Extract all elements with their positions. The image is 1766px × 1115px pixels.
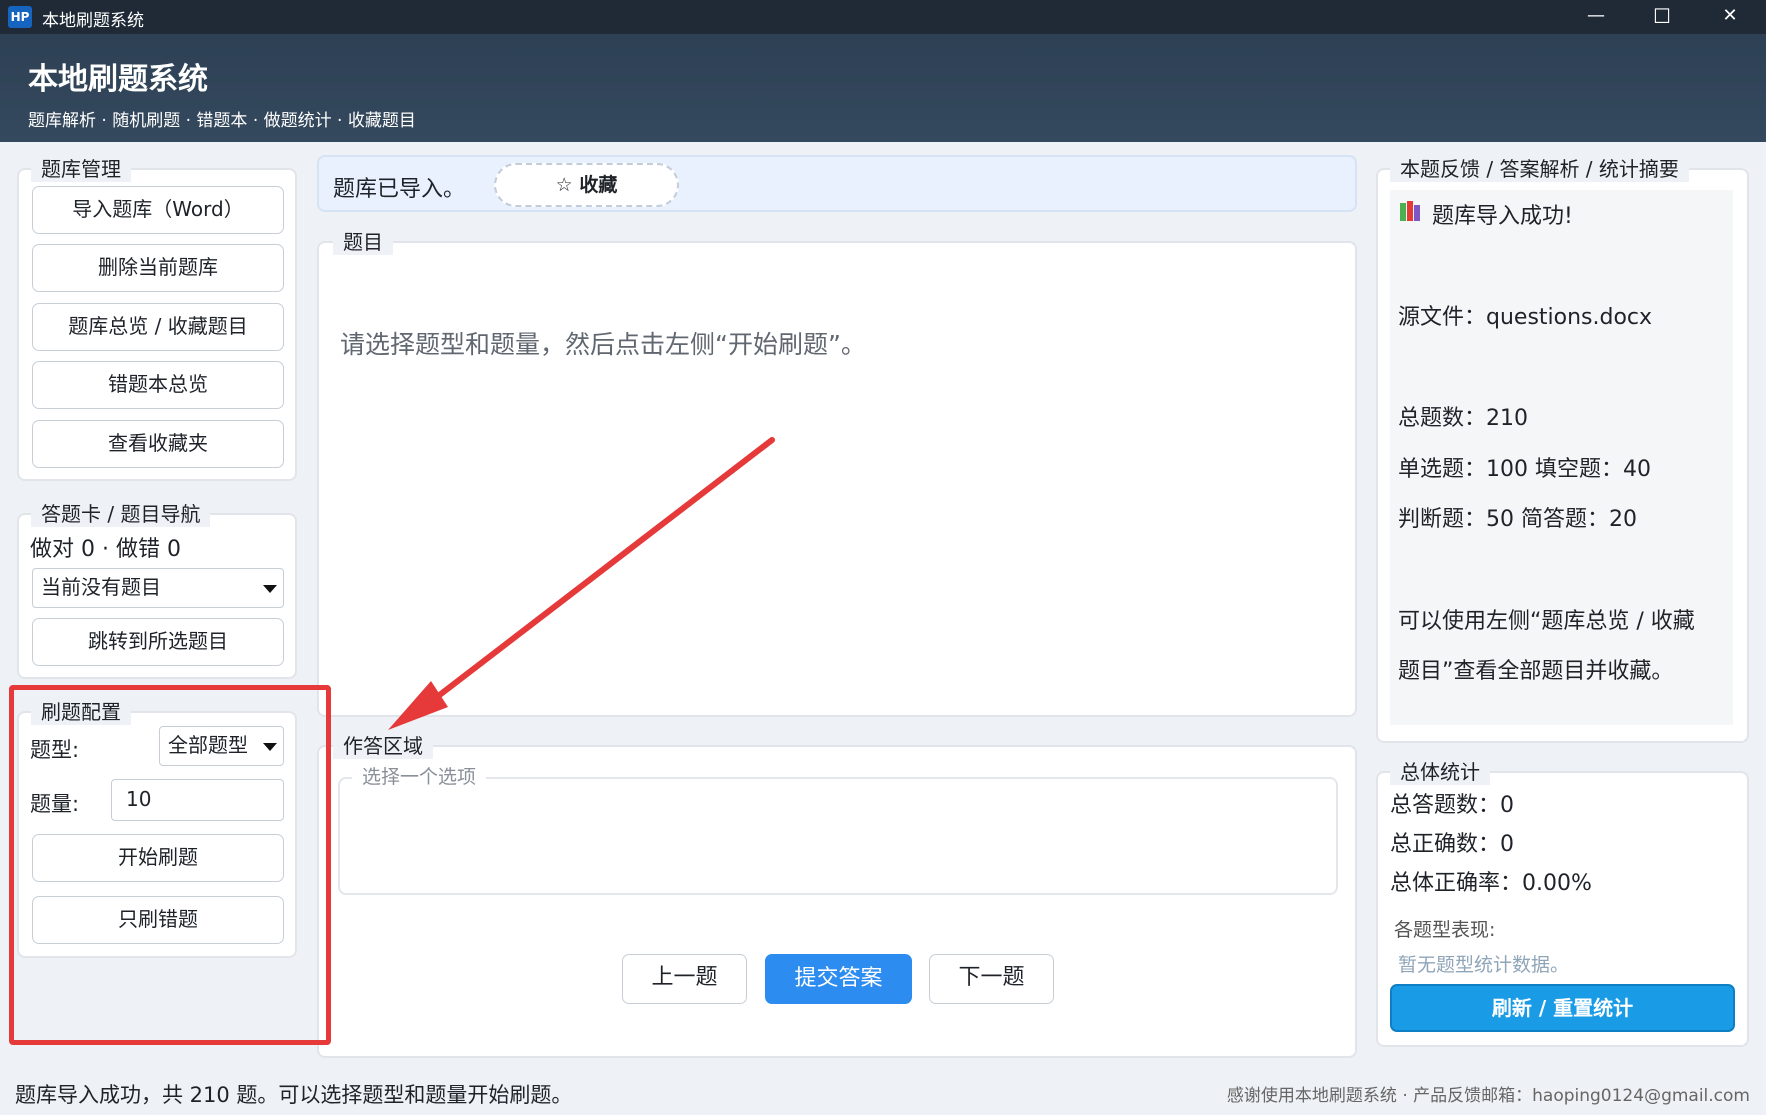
feedback-legend: 本题反馈 / 答案解析 / 统计摘要 [1390,156,1689,182]
app-header: 本地刷题系统 题库解析 · 随机刷题 · 错题本 · 做题统计 · 收藏题目 [0,34,1766,142]
answer-card-score: 做对 0 · 做错 0 [30,537,181,562]
overall-legend: 总体统计 [1390,759,1490,785]
window-titlebar: HP 本地刷题系统 — ☐ ✕ [0,0,1766,34]
hint-line-2: 题目”查看全部题目并收藏。 [1398,659,1674,684]
submit-answer-button[interactable]: 提交答案 [765,954,912,1004]
question-prompt: 请选择题型和题量，然后点击左侧“开始刷题”。 [340,330,866,359]
app-title: 本地刷题系统 [28,62,208,97]
type-count-1: 单选题：100 填空题：40 [1398,457,1651,482]
overall-rate: 总体正确率：0.00% [1390,871,1592,896]
status-text: 题库已导入。 [333,177,466,202]
window-title: 本地刷题系统 [42,11,144,31]
minimize-button[interactable]: — [1566,0,1626,34]
total-count: 总题数：210 [1398,406,1528,431]
maximize-button[interactable]: ☐ [1632,0,1692,34]
favorite-button[interactable]: ☆ 收藏 [494,163,679,207]
favorites-button[interactable]: 查看收藏夹 [32,420,284,468]
feedback-panel: 题库导入成功! 源文件：questions.docx 总题数：210 单选题：1… [1390,190,1733,725]
next-question-button[interactable]: 下一题 [929,954,1054,1004]
total-answered: 总答题数：0 [1390,793,1514,818]
app-icon: HP [8,6,32,28]
app-subtitle: 题库解析 · 随机刷题 · 错题本 · 做题统计 · 收藏题目 [28,111,416,131]
jump-to-question-button[interactable]: 跳转到所选题目 [32,618,284,666]
footer-credit: 感谢使用本地刷题系统 · 产品反馈邮箱：haoping0124@gmail.co… [1226,1086,1750,1106]
by-type-empty: 暂无题型统计数据。 [1398,954,1570,976]
options-group: 选择一个选项 [338,764,1338,895]
footer-status: 题库导入成功，共 210 题。可以选择题型和题量开始刷题。 [15,1083,573,1107]
books-icon [1400,201,1422,221]
feedback-group: 本题反馈 / 答案解析 / 统计摘要 题库导入成功! 源文件：questions… [1376,156,1749,743]
library-legend: 题库管理 [31,156,131,182]
wrong-book-button[interactable]: 错题本总览 [32,361,284,409]
source-file: 源文件：questions.docx [1398,305,1653,330]
answer-legend: 作答区域 [333,733,433,759]
refresh-stats-button[interactable]: 刷新 / 重置统计 [1390,984,1735,1032]
library-group: 题库管理 导入题库（Word） 删除当前题库 题库总览 / 收藏题目 错题本总览… [17,156,297,481]
options-legend: 选择一个选项 [352,764,487,790]
chevron-down-icon [263,585,277,593]
status-bar: 题库已导入。 ☆ 收藏 [317,155,1357,212]
question-legend: 题目 [333,229,393,255]
import-library-button[interactable]: 导入题库（Word） [32,186,284,234]
close-button[interactable]: ✕ [1700,0,1760,34]
by-type-label: 各题型表现: [1394,919,1496,941]
prev-question-button[interactable]: 上一题 [622,954,747,1004]
annotation-box [9,685,331,1045]
hint-line-1: 可以使用左侧“题库总览 / 收藏 [1398,609,1695,634]
total-correct: 总正确数：0 [1390,832,1514,857]
overall-stats-group: 总体统计 总答题数：0 总正确数：0 总体正确率：0.00% 各题型表现: 暂无… [1376,759,1749,1047]
type-count-2: 判断题：50 简答题：20 [1398,507,1637,532]
question-group: 题目 请选择题型和题量，然后点击左侧“开始刷题”。 [317,229,1357,717]
answer-card-legend: 答题卡 / 题目导航 [31,501,211,527]
answer-card-group: 答题卡 / 题目导航 做对 0 · 做错 0 当前没有题目 跳转到所选题目 [17,501,297,679]
question-select-value: 当前没有题目 [41,575,161,599]
delete-library-button[interactable]: 删除当前题库 [32,244,284,292]
answer-group: 作答区域 选择一个选项 上一题 提交答案 下一题 [317,733,1357,1058]
question-select[interactable]: 当前没有题目 [32,568,284,608]
library-overview-button[interactable]: 题库总览 / 收藏题目 [32,303,284,351]
import-success: 题库导入成功! [1432,204,1573,229]
